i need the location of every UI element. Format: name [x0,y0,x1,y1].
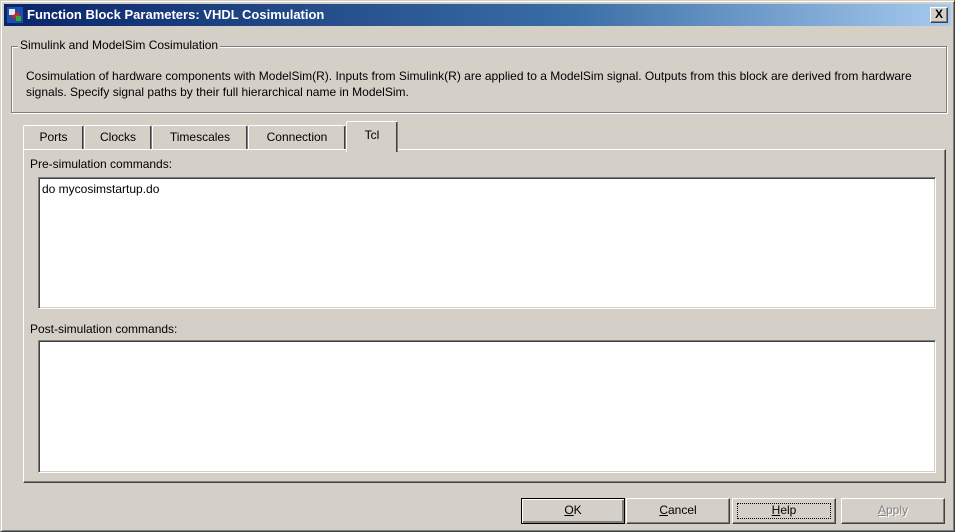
tab-label: Clocks [99,130,136,144]
pre-simulation-textarea[interactable]: do mycosimstartup.do [38,177,936,309]
cosimulation-group: Simulink and ModelSim Cosimulation Cosim… [11,38,947,113]
dialog-window: Function Block Parameters: VHDL Cosimula… [0,0,955,532]
apply-label: pply [886,503,909,517]
tab-tcl[interactable]: Tcl [346,121,398,152]
ok-button[interactable]: OK [521,498,625,524]
pre-simulation-label: Pre-simulation commands: [30,157,173,171]
apply-button[interactable]: Apply [841,498,945,524]
close-button[interactable]: X [930,7,948,23]
title-bar[interactable]: Function Block Parameters: VHDL Cosimula… [4,4,951,26]
tab-timescales[interactable]: Timescales [152,125,248,150]
simulink-block-icon [7,7,23,23]
window-title: Function Block Parameters: VHDL Cosimula… [27,7,325,22]
tab-label: Ports [39,130,68,144]
help-button[interactable]: Help [732,498,836,524]
close-icon: X [934,7,943,21]
ok-label: K [573,503,582,517]
group-legend: Simulink and ModelSim Cosimulation [18,38,221,52]
post-simulation-textarea[interactable] [38,340,936,473]
tab-label: Timescales [169,130,231,144]
group-description: Cosimulation of hardware components with… [26,69,912,99]
post-simulation-label: Post-simulation commands: [30,322,178,336]
tab-label: Tcl [364,128,380,142]
tab-connection[interactable]: Connection [248,125,346,150]
tab-ports[interactable]: Ports [23,125,84,150]
ok-mnemonic: O [564,503,574,517]
focus-ring [737,503,831,519]
apply-mnemonic: A [877,503,886,517]
tcl-tab-panel: Pre-simulation commands: do mycosimstart… [23,149,946,483]
cancel-label: ancel [667,503,697,517]
tab-label: Connection [266,130,328,144]
tab-clocks[interactable]: Clocks [84,125,152,150]
cancel-button[interactable]: Cancel [626,498,730,524]
cancel-mnemonic: C [659,503,668,517]
